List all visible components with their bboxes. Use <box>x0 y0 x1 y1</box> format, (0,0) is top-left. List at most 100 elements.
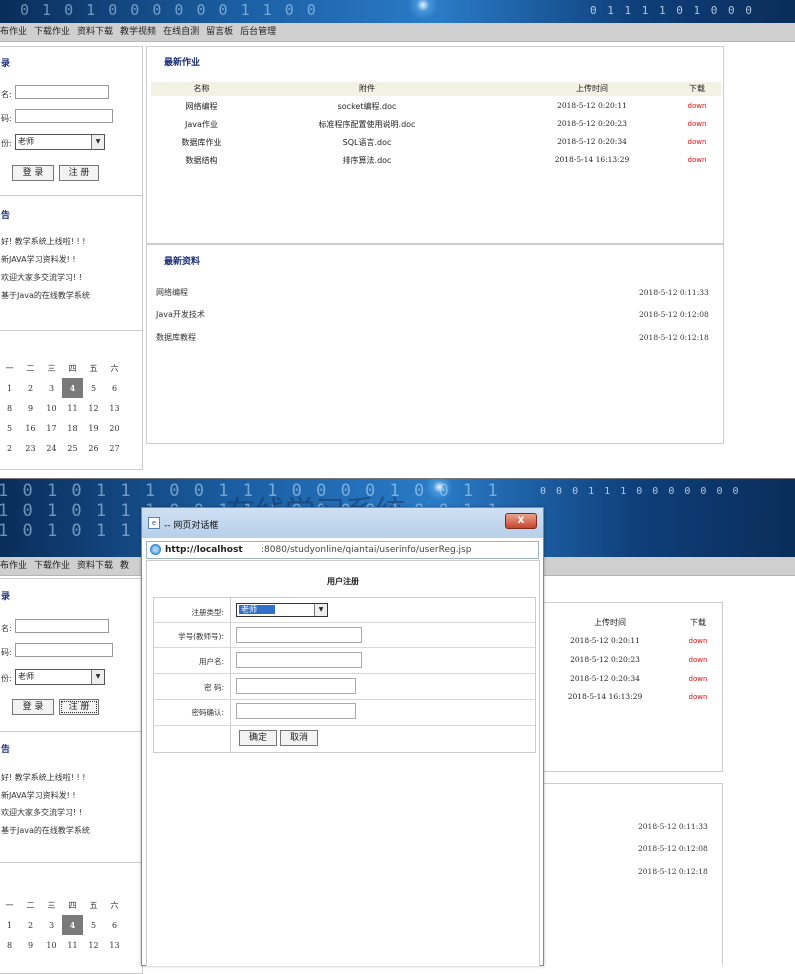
name-label: 名: <box>1 624 12 633</box>
calendar-grid: 一二三四五六 123456 8 9 10 11 12 13 5 16 17 18 19 20 2 23… <box>0 358 125 458</box>
calendar-day[interactable]: 3 <box>41 378 62 398</box>
weekday-row: 一二三四五六 <box>0 358 125 378</box>
reg-password-input[interactable] <box>236 678 356 694</box>
hw-download-link[interactable]: down <box>677 120 717 128</box>
hw-file[interactable]: 排序算法.doc <box>297 155 437 166</box>
nav-item[interactable]: 布作业 <box>0 23 27 41</box>
notice-item[interactable]: 好! 教学系统上线啦! ! ! <box>1 772 85 783</box>
username-input[interactable] <box>15 85 109 99</box>
calendar-day[interactable]: 3 <box>41 915 62 935</box>
calendar-day[interactable]: 1 <box>0 915 20 935</box>
nav-item[interactable]: 资料下载 <box>77 23 113 41</box>
calendar-day[interactable]: 13 <box>104 935 125 955</box>
calendar-day[interactable]: 20 <box>104 418 125 438</box>
calendar-day[interactable]: 5 <box>83 915 104 935</box>
login-button[interactable]: 登 录 <box>12 165 54 181</box>
role-select[interactable]: 老师 ▼ <box>15 669 105 685</box>
form-table: 注册类型: 老师 ▼ 学号(教师号): 用户名: 密 码: 密码确认: 确定 取… <box>153 597 536 753</box>
hw-download-link[interactable]: down <box>677 156 717 164</box>
notice-item[interactable]: 基于Java的在线教学系统 <box>1 290 90 301</box>
hw-file[interactable]: 标准程序配置使用说明.doc <box>287 119 447 130</box>
calendar-day-today[interactable]: 4 <box>62 915 83 935</box>
calendar-day[interactable]: 9 <box>20 398 41 418</box>
calendar-day[interactable]: 16 <box>20 418 41 438</box>
password-input[interactable] <box>15 643 113 657</box>
type-select[interactable]: 老师 ▼ <box>236 603 328 617</box>
reg-username-input[interactable] <box>236 652 362 668</box>
nav-item[interactable]: 布作业 <box>0 557 27 575</box>
calendar-day[interactable]: 12 <box>83 935 104 955</box>
hw-download-link[interactable]: down <box>677 102 717 110</box>
calendar-day[interactable]: 5 <box>83 378 104 398</box>
nav-item[interactable]: 教 <box>120 557 129 575</box>
login-button[interactable]: 登 录 <box>12 699 54 715</box>
notice-item[interactable]: 欢迎大家多交流学习! ! <box>1 807 82 818</box>
col-header-time: 上传时间 <box>576 84 608 93</box>
hw-download-link[interactable]: down <box>678 637 718 645</box>
dialog-titlebar[interactable]: e -- 网页对话框 X <box>142 508 543 538</box>
calendar-day[interactable]: 12 <box>83 398 104 418</box>
close-button[interactable]: X <box>505 513 537 529</box>
calendar-day[interactable]: 8 <box>0 398 20 418</box>
pwd-label: 码: <box>1 114 12 123</box>
notice-item[interactable]: 基于Java的在线教学系统 <box>1 825 90 836</box>
calendar-day[interactable]: 8 <box>0 935 20 955</box>
hw-download-link[interactable]: down <box>677 138 717 146</box>
material-name[interactable]: 数据库教程 <box>156 332 196 343</box>
calendar-day[interactable]: 5 <box>0 418 20 438</box>
notice-item[interactable]: 新JAVA学习资料发! ! <box>1 790 76 801</box>
nav-item[interactable]: 后台管理 <box>240 23 276 41</box>
password-input[interactable] <box>15 109 113 123</box>
student-id-input[interactable] <box>236 627 362 643</box>
calendar-day[interactable]: 24 <box>41 438 62 458</box>
dialog-url-bar: http://localhost :8080/studyonline/qiant… <box>146 541 539 559</box>
calendar-day[interactable]: 13 <box>104 398 125 418</box>
hw-file[interactable]: SQL语言.doc <box>297 137 437 148</box>
calendar-day[interactable]: 9 <box>20 935 41 955</box>
calendar-day[interactable]: 2 <box>20 378 41 398</box>
name-label: 名: <box>1 90 12 99</box>
calendar-day[interactable]: 10 <box>41 935 62 955</box>
reg-confirm-input[interactable] <box>236 703 356 719</box>
material-time: 2018-5-12 0:11:33 <box>638 822 708 831</box>
calendar-day[interactable]: 17 <box>41 418 62 438</box>
calendar-day[interactable]: 2 <box>20 915 41 935</box>
ok-button[interactable]: 确定 <box>239 730 277 746</box>
register-button[interactable]: 注 册 <box>59 699 99 715</box>
nav-item[interactable]: 留言板 <box>206 23 233 41</box>
material-name[interactable]: 网络编程 <box>156 287 188 298</box>
calendar-day[interactable]: 27 <box>104 438 125 458</box>
calendar-day[interactable]: 18 <box>62 418 83 438</box>
weekday: 二 <box>26 363 35 373</box>
calendar-day[interactable]: 26 <box>83 438 104 458</box>
material-name[interactable]: Java开发技术 <box>156 309 205 320</box>
calendar-day[interactable]: 6 <box>104 915 125 935</box>
notice-item[interactable]: 新JAVA学习资料发! ! <box>1 254 76 265</box>
calendar-day[interactable]: 11 <box>62 935 83 955</box>
calendar-day[interactable]: 10 <box>41 398 62 418</box>
cancel-button[interactable]: 取消 <box>280 730 318 746</box>
hw-download-link[interactable]: down <box>678 693 718 701</box>
notice-item[interactable]: 欢迎大家多交流学习! ! <box>1 272 82 283</box>
hw-file[interactable]: socket编程.doc <box>297 101 437 112</box>
calendar-day[interactable]: 23 <box>20 438 41 458</box>
username-input[interactable] <box>15 619 109 633</box>
hw-download-link[interactable]: down <box>678 675 718 683</box>
role-select[interactable]: 老师 ▼ <box>15 134 105 150</box>
notice-item[interactable]: 好! 教学系统上线啦! ! ! <box>1 236 85 247</box>
nav-item[interactable]: 教学视频 <box>120 23 156 41</box>
calendar-day[interactable]: 2 <box>0 438 20 458</box>
calendar-day-today[interactable]: 4 <box>62 378 83 398</box>
role-label: 份: <box>1 674 12 683</box>
nav-item[interactable]: 下载作业 <box>34 557 70 575</box>
nav-item[interactable]: 下载作业 <box>34 23 70 41</box>
calendar-day[interactable]: 25 <box>62 438 83 458</box>
calendar-day[interactable]: 1 <box>0 378 20 398</box>
nav-item[interactable]: 资料下载 <box>77 557 113 575</box>
calendar-day[interactable]: 11 <box>62 398 83 418</box>
hw-download-link[interactable]: down <box>678 656 718 664</box>
calendar-day[interactable]: 19 <box>83 418 104 438</box>
calendar-day[interactable]: 6 <box>104 378 125 398</box>
nav-item[interactable]: 在线自测 <box>163 23 199 41</box>
register-button[interactable]: 注 册 <box>59 165 99 181</box>
